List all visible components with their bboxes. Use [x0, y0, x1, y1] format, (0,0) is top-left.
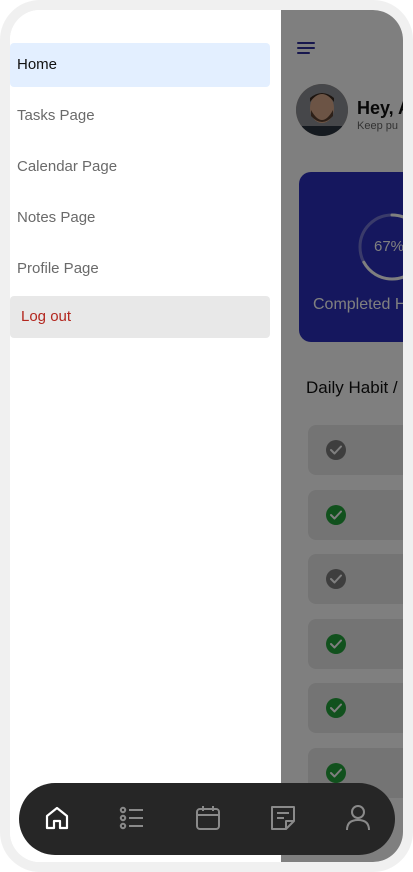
nav-profile[interactable] [341, 801, 375, 835]
nav-home[interactable] [40, 801, 74, 835]
device-frame: Hey, A Keep pu 67% Completed H Daily Hab… [0, 0, 413, 872]
drawer-item-home[interactable]: Home [10, 43, 270, 87]
list-icon [119, 806, 143, 830]
drawer-item-tasks[interactable]: Tasks Page [10, 94, 270, 138]
nav-tasks[interactable] [115, 801, 149, 835]
home-icon [45, 806, 69, 830]
nav-calendar[interactable] [191, 801, 225, 835]
drawer-item-profile[interactable]: Profile Page [10, 247, 270, 291]
screen: Hey, A Keep pu 67% Completed H Daily Hab… [10, 10, 403, 862]
nav-notes[interactable] [266, 801, 300, 835]
calendar-icon [196, 806, 220, 830]
profile-icon [346, 805, 370, 831]
logout-button[interactable]: Log out [10, 296, 270, 338]
bottom-nav [19, 783, 395, 855]
notes-icon [271, 806, 295, 830]
drawer-item-calendar[interactable]: Calendar Page [10, 145, 270, 189]
navigation-drawer: Home Tasks Page Calendar Page Notes Page… [10, 10, 281, 862]
drawer-item-notes[interactable]: Notes Page [10, 196, 270, 240]
drawer-scrim[interactable] [281, 10, 403, 862]
